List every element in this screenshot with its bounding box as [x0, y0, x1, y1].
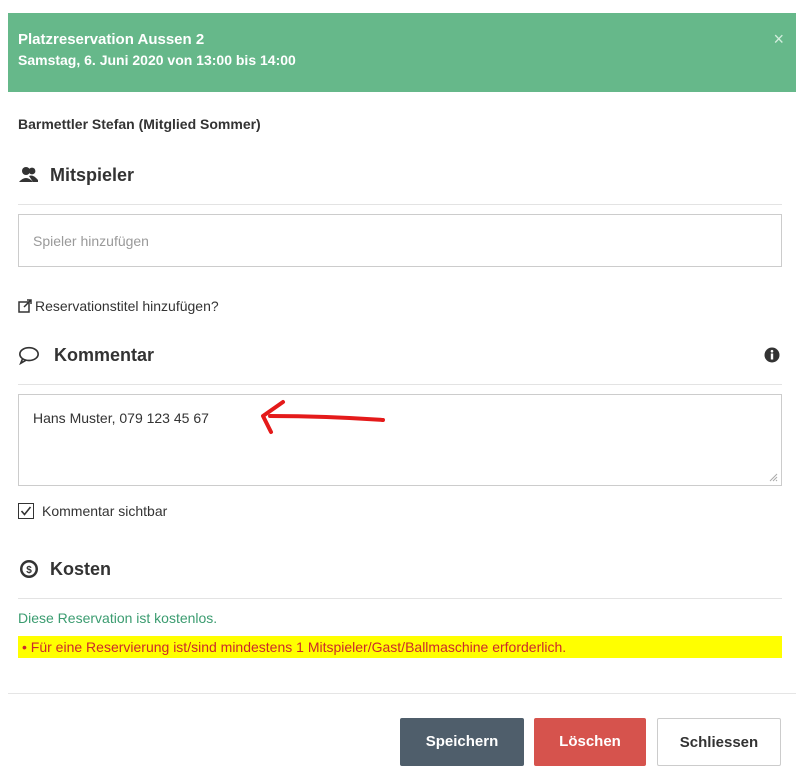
warning-bullet: • [22, 639, 27, 655]
comment-heading: Kommentar [54, 345, 155, 365]
validation-warning: • Für eine Reservierung ist/sind mindest… [18, 636, 782, 658]
dialog-title: Platzreservation Aussen 2 [18, 31, 205, 48]
speech-bubble-icon [19, 346, 39, 365]
check-icon [20, 506, 32, 516]
svg-text:$: $ [26, 565, 32, 576]
players-heading: Mitspieler [50, 165, 135, 185]
player-search-input[interactable]: Spieler hinzufügen [18, 214, 782, 267]
warning-text: Für eine Reservierung ist/sind mindesten… [30, 639, 567, 655]
dollar-circle-icon: $ [20, 560, 38, 578]
section-comment: Kommentar [18, 344, 782, 385]
users-icon [19, 167, 38, 182]
close-button[interactable]: Schliessen [657, 718, 781, 766]
dialog-header: Platzreservation Aussen 2 Samstag, 6. Ju… [8, 13, 796, 92]
section-costs: $ Kosten [18, 558, 782, 599]
costs-heading: Kosten [50, 559, 112, 579]
section-players: Mitspieler [18, 164, 782, 205]
comment-value: Hans Muster, 079 123 45 67 [33, 410, 209, 426]
comment-textarea[interactable]: Hans Muster, 079 123 45 67 [18, 394, 782, 486]
dialog-subtitle: Samstag, 6. Juni 2020 von 13:00 bis 14:0… [18, 52, 296, 68]
checkbox-box[interactable] [18, 503, 34, 519]
resize-handle-icon[interactable] [768, 472, 778, 482]
external-link-icon [18, 299, 32, 313]
close-icon[interactable]: × [773, 29, 784, 50]
comment-visible-checkbox[interactable]: Kommentar sichtbar [18, 503, 167, 519]
reservation-dialog: Platzreservation Aussen 2 Samstag, 6. Ju… [0, 0, 796, 777]
member-name: Barmettler Stefan (Mitglied Sommer) [18, 116, 261, 132]
dialog-footer: Speichern Löschen Schliessen [8, 693, 796, 777]
cost-info: Diese Reservation ist kostenlos. [18, 610, 218, 626]
add-title-link[interactable]: Reservationstitel hinzufügen? [18, 298, 219, 314]
save-button[interactable]: Speichern [400, 718, 524, 766]
comment-visible-label: Kommentar sichtbar [42, 503, 168, 519]
red-arrow-annotation [261, 400, 385, 434]
info-icon[interactable] [764, 347, 780, 363]
add-title-label: Reservationstitel hinzufügen? [35, 298, 219, 314]
delete-button[interactable]: Löschen [534, 718, 646, 766]
